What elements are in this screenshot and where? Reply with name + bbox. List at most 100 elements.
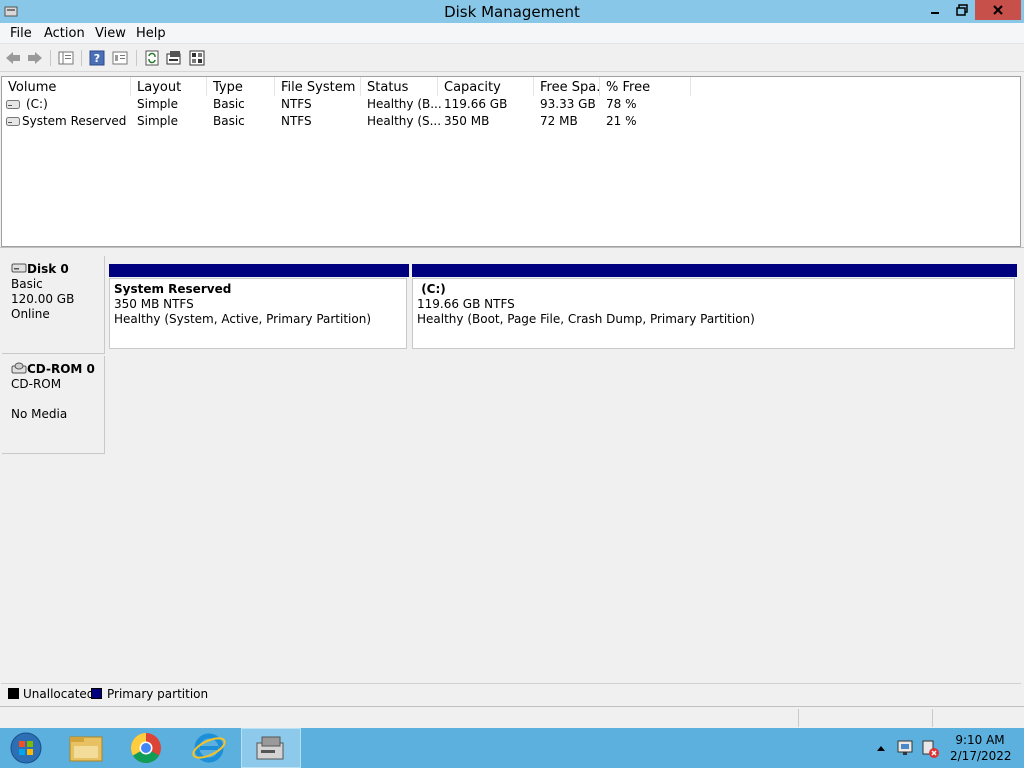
action-center-icon[interactable] xyxy=(920,728,940,768)
disk-type: CD-ROM xyxy=(11,377,62,391)
chrome-icon xyxy=(130,733,161,764)
settings-icon[interactable] xyxy=(188,49,206,67)
cell-percent-free: 21 % xyxy=(606,114,637,128)
console-tree-icon[interactable] xyxy=(57,49,75,67)
cell-capacity: 119.66 GB xyxy=(444,97,508,111)
disk-name: CD-ROM 0 xyxy=(27,362,95,376)
cell-layout: Simple xyxy=(137,97,178,111)
status-segment xyxy=(798,709,799,727)
unallocated-swatch xyxy=(8,688,19,699)
taskbar-chrome[interactable] xyxy=(116,728,176,768)
disk-0-label[interactable]: Disk 0 Basic 120.00 GB Online xyxy=(2,256,105,354)
partition-system-reserved[interactable]: System Reserved 350 MB NTFS Healthy (Sys… xyxy=(109,264,409,349)
column-header-type[interactable]: Type xyxy=(207,77,275,96)
menu-bar: File Action View Help xyxy=(0,23,1024,44)
disk-type: Basic xyxy=(11,277,43,291)
legend: Unallocated Primary partition xyxy=(1,683,1021,703)
cell-file-system: NTFS xyxy=(281,97,312,111)
partition-title: System Reserved xyxy=(114,282,232,296)
column-header-free-space[interactable]: Free Spa... xyxy=(534,77,600,96)
internet-explorer-icon xyxy=(192,733,226,763)
menu-help[interactable]: Help xyxy=(136,26,166,41)
toolbar-separator xyxy=(136,50,137,66)
partition-health: Healthy (Boot, Page File, Crash Dump, Pr… xyxy=(417,312,755,326)
rescan-disks-icon[interactable] xyxy=(165,49,183,67)
cell-status: Healthy (S... xyxy=(367,114,442,128)
cdrom-0-label[interactable]: CD-ROM 0 CD-ROM No Media xyxy=(2,356,105,454)
partition-size: 119.66 GB NTFS xyxy=(417,297,515,311)
cell-type: Basic xyxy=(213,97,245,111)
network-icon[interactable] xyxy=(896,728,916,768)
toolbar-separator xyxy=(81,50,82,66)
title-bar: Disk Management xyxy=(0,0,1024,23)
cell-volume: System Reserved xyxy=(22,114,127,128)
column-header-percent-free[interactable]: % Free xyxy=(600,77,691,96)
status-segment xyxy=(932,709,933,727)
legend-unallocated: Unallocated xyxy=(23,687,95,701)
status-bar xyxy=(0,706,1024,728)
clock-time: 9:10 AM xyxy=(955,733,1005,747)
minimize-button[interactable] xyxy=(921,0,948,20)
partition-health: Healthy (System, Active, Primary Partiti… xyxy=(114,312,372,326)
drive-icon xyxy=(6,117,20,126)
primary-partition-bar xyxy=(109,264,409,277)
start-button[interactable] xyxy=(0,728,60,768)
minimize-icon xyxy=(930,12,939,14)
taskbar-file-explorer[interactable] xyxy=(56,728,116,768)
cell-volume: (C:) xyxy=(26,97,48,111)
volume-list[interactable]: Volume Layout Type File System Status Ca… xyxy=(1,76,1021,247)
close-button[interactable] xyxy=(975,0,1021,20)
cell-file-system: NTFS xyxy=(281,114,312,128)
cell-layout: Simple xyxy=(137,114,178,128)
help-icon[interactable]: ? xyxy=(88,49,106,67)
primary-partition-swatch xyxy=(91,688,102,699)
column-header-file-system[interactable]: File System xyxy=(275,77,361,96)
partition-title: (C:) xyxy=(421,282,446,296)
cell-capacity: 350 MB xyxy=(444,114,490,128)
table-row[interactable]: (C:) Simple Basic NTFS Healthy (B... 119… xyxy=(2,96,1020,113)
file-explorer-icon xyxy=(69,736,103,762)
pane-splitter[interactable] xyxy=(0,247,1024,254)
menu-action[interactable]: Action xyxy=(44,26,85,41)
start-icon xyxy=(10,732,42,764)
partition-size: 350 MB NTFS xyxy=(114,297,194,311)
column-header-capacity[interactable]: Capacity xyxy=(438,77,534,96)
cell-free-space: 72 MB xyxy=(540,114,578,128)
disk-status: Online xyxy=(11,307,50,321)
disk-size: 120.00 GB xyxy=(11,292,75,306)
taskbar-internet-explorer[interactable] xyxy=(178,728,238,768)
table-row[interactable]: System Reserved Simple Basic NTFS Health… xyxy=(2,113,1020,130)
hard-disk-icon xyxy=(11,263,27,273)
legend-primary-partition: Primary partition xyxy=(107,687,209,701)
close-icon xyxy=(993,5,1003,15)
column-header-layout[interactable]: Layout xyxy=(131,77,207,96)
column-header-volume[interactable]: Volume xyxy=(2,77,131,96)
toolbar: ? xyxy=(0,45,1024,72)
drive-icon xyxy=(6,100,20,109)
column-header-status[interactable]: Status xyxy=(361,77,438,96)
restore-icon xyxy=(955,4,968,16)
forward-arrow-icon[interactable] xyxy=(26,49,44,67)
disk-size xyxy=(11,392,104,407)
window-title: Disk Management xyxy=(444,3,580,21)
menu-view[interactable]: View xyxy=(95,26,126,41)
svg-text:?: ? xyxy=(94,52,100,65)
partition-c[interactable]: (C:) 119.66 GB NTFS Healthy (Boot, Page … xyxy=(412,264,1017,349)
cell-type: Basic xyxy=(213,114,245,128)
disk-map-pane: Disk 0 Basic 120.00 GB Online System Res… xyxy=(1,254,1021,680)
properties-icon[interactable] xyxy=(111,49,129,67)
cell-status: Healthy (B... xyxy=(367,97,442,111)
show-hidden-icons-icon[interactable] xyxy=(874,728,888,768)
primary-partition-bar xyxy=(412,264,1017,277)
restore-button[interactable] xyxy=(948,0,975,20)
taskbar-clock[interactable]: 9:10 AM 2/17/2022 xyxy=(950,732,1012,764)
disk-name: Disk 0 xyxy=(27,262,69,276)
cd-rom-icon xyxy=(11,362,27,374)
cell-percent-free: 78 % xyxy=(606,97,637,111)
disk-management-icon xyxy=(256,736,284,760)
menu-file[interactable]: File xyxy=(10,26,32,41)
refresh-icon[interactable] xyxy=(143,49,161,67)
back-arrow-icon[interactable] xyxy=(4,49,22,67)
taskbar-disk-management[interactable] xyxy=(241,728,301,768)
taskbar: 9:10 AM 2/17/2022 xyxy=(0,728,1024,768)
